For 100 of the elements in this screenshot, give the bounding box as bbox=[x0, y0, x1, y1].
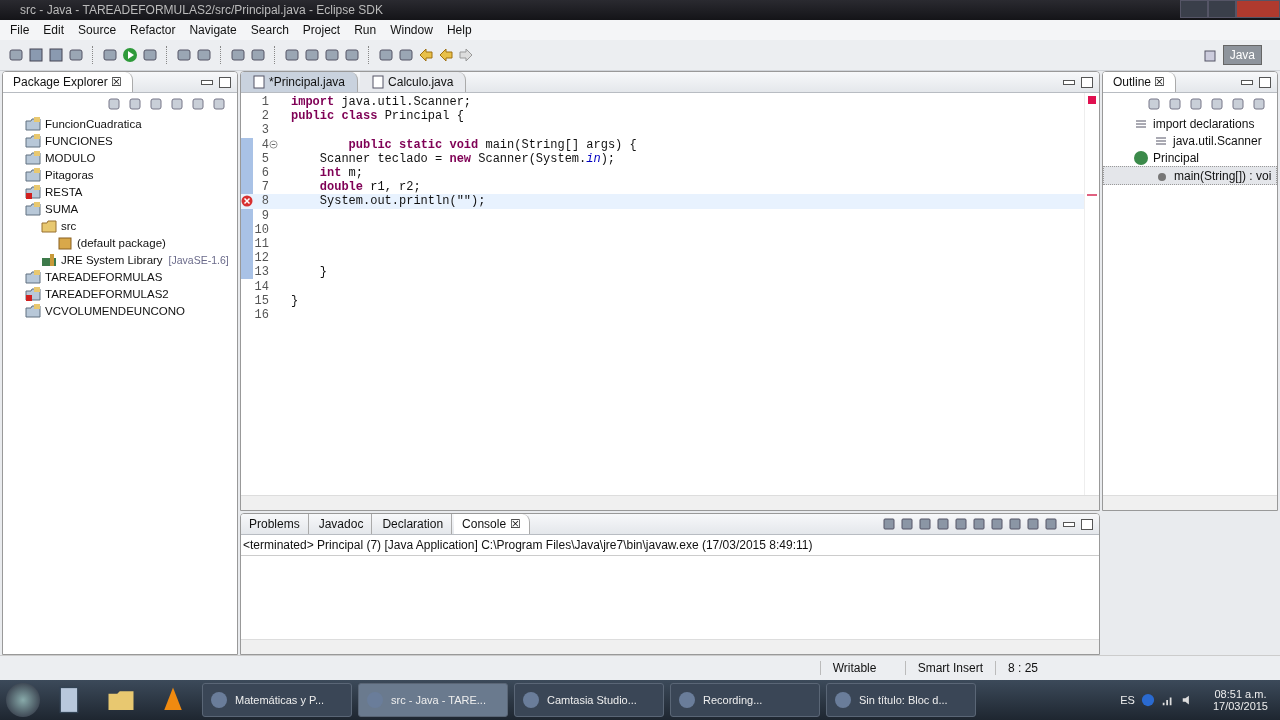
tool-icon[interactable] bbox=[344, 47, 360, 63]
tool-icon[interactable] bbox=[284, 47, 300, 63]
menu-item[interactable]: Refactor bbox=[124, 23, 182, 37]
tool-icon[interactable] bbox=[127, 96, 143, 112]
tool-icon[interactable] bbox=[211, 96, 227, 112]
tool-icon[interactable] bbox=[971, 516, 987, 532]
outline-item[interactable]: import declarations bbox=[1103, 115, 1277, 132]
tool-icon[interactable] bbox=[148, 96, 164, 112]
tree-item[interactable]: Pitagoras bbox=[3, 166, 237, 183]
language-indicator[interactable]: ES bbox=[1120, 694, 1135, 706]
outline-item[interactable]: main(String[]) : voi bbox=[1103, 166, 1277, 185]
help-icon[interactable] bbox=[1140, 693, 1155, 707]
menu-item[interactable]: Help bbox=[440, 23, 478, 37]
editor-tab[interactable]: Calculo.java bbox=[360, 72, 467, 92]
tool-icon[interactable] bbox=[142, 47, 158, 63]
menu-item[interactable]: Project bbox=[296, 23, 347, 37]
taskbar-button[interactable]: Camtasia Studio... bbox=[514, 683, 664, 717]
view-tab[interactable]: Package Explorer ☒ bbox=[3, 72, 134, 92]
maximize-icon[interactable] bbox=[219, 76, 231, 88]
view-tab[interactable]: Console ☒ bbox=[454, 514, 531, 534]
minimize-icon[interactable] bbox=[201, 79, 213, 85]
outline-item[interactable]: Principal bbox=[1103, 149, 1277, 166]
tool-icon[interactable] bbox=[378, 47, 394, 63]
tool-icon[interactable] bbox=[196, 47, 212, 63]
minimize-icon[interactable] bbox=[1063, 521, 1075, 527]
tool-icon[interactable] bbox=[1025, 516, 1041, 532]
tool-icon[interactable] bbox=[899, 516, 915, 532]
tool-icon[interactable] bbox=[1251, 96, 1267, 112]
tool-icon[interactable] bbox=[176, 47, 192, 63]
close-tab-icon[interactable]: ☒ bbox=[111, 75, 123, 89]
minimize-icon[interactable] bbox=[1063, 79, 1075, 85]
tool-icon[interactable] bbox=[1146, 96, 1162, 112]
tool-icon[interactable] bbox=[989, 516, 1005, 532]
tool-icon[interactable] bbox=[917, 516, 933, 532]
right-arrow-icon[interactable] bbox=[458, 47, 474, 63]
horizontal-scrollbar[interactable] bbox=[241, 495, 1099, 510]
tool-icon[interactable] bbox=[324, 47, 340, 63]
tree-item[interactable]: src bbox=[3, 217, 237, 234]
taskbar-button[interactable]: Recording... bbox=[670, 683, 820, 717]
minimize-icon[interactable] bbox=[1241, 79, 1253, 85]
view-tab[interactable]: Problems bbox=[241, 514, 309, 534]
tree-item[interactable]: JRE System Library [JavaSE-1.6] bbox=[3, 251, 237, 268]
maximize-icon[interactable] bbox=[1081, 76, 1093, 88]
tree-item[interactable]: SUMA bbox=[3, 200, 237, 217]
menu-item[interactable]: Run bbox=[348, 23, 383, 37]
tool-icon[interactable] bbox=[190, 96, 206, 112]
tool-icon[interactable] bbox=[398, 47, 414, 63]
tree-item[interactable]: MODULO bbox=[3, 149, 237, 166]
tool-icon[interactable] bbox=[8, 47, 24, 63]
horizontal-scrollbar[interactable] bbox=[241, 639, 1099, 654]
tool-icon[interactable] bbox=[935, 516, 951, 532]
tool-icon[interactable] bbox=[1188, 96, 1204, 112]
menu-item[interactable]: Window bbox=[384, 23, 439, 37]
left-arrow-icon[interactable] bbox=[418, 47, 434, 63]
menu-item[interactable]: Search bbox=[244, 23, 295, 37]
maximize-icon[interactable] bbox=[1259, 76, 1271, 88]
tree-item[interactable]: VCVOLUMENDEUNCONO bbox=[3, 302, 237, 319]
menu-item[interactable]: Navigate bbox=[183, 23, 243, 37]
tool-icon[interactable] bbox=[304, 47, 320, 63]
clock-date[interactable]: 17/03/2015 bbox=[1212, 700, 1268, 712]
tool-icon[interactable] bbox=[230, 47, 246, 63]
tool-icon[interactable] bbox=[1167, 96, 1183, 112]
taskbar-button[interactable]: Matemáticas y P... bbox=[202, 683, 352, 717]
clock-time[interactable]: 08:51 a.m. bbox=[1214, 688, 1267, 700]
tool-icon[interactable] bbox=[1043, 516, 1059, 532]
view-tab[interactable]: Javadoc bbox=[310, 514, 373, 534]
tree-item[interactable]: RESTA bbox=[3, 183, 237, 200]
tree-item[interactable]: TAREADEFORMULAS bbox=[3, 268, 237, 285]
fold-icon[interactable] bbox=[269, 140, 278, 150]
open-perspective-icon[interactable] bbox=[1202, 47, 1219, 63]
run-icon[interactable] bbox=[122, 47, 138, 63]
tool-icon[interactable] bbox=[68, 47, 84, 63]
left-arrow-icon[interactable] bbox=[438, 47, 454, 63]
tool-icon[interactable] bbox=[169, 96, 185, 112]
tool-icon[interactable] bbox=[1230, 96, 1246, 112]
start-button[interactable] bbox=[6, 683, 40, 717]
outline-item[interactable]: java.util.Scanner bbox=[1103, 132, 1277, 149]
tool-icon[interactable] bbox=[953, 516, 969, 532]
menu-item[interactable]: Source bbox=[72, 23, 123, 37]
tool-icon[interactable] bbox=[1007, 516, 1023, 532]
tree-item[interactable]: FuncionCuadratica bbox=[3, 115, 237, 132]
taskbar-button[interactable]: Sin título: Bloc d... bbox=[826, 683, 976, 717]
tool-icon[interactable] bbox=[106, 96, 122, 112]
tool-icon[interactable] bbox=[102, 47, 118, 63]
maximize-icon[interactable] bbox=[1081, 518, 1093, 530]
close-tab-icon[interactable]: ☒ bbox=[1154, 75, 1166, 89]
horizontal-scrollbar[interactable] bbox=[1103, 495, 1277, 510]
tree-item[interactable]: TAREADEFORMULAS2 bbox=[3, 285, 237, 302]
taskbar-button[interactable]: src - Java - TARE... bbox=[358, 683, 508, 717]
tool-icon[interactable] bbox=[881, 516, 897, 532]
view-tab[interactable]: Outline ☒ bbox=[1103, 72, 1177, 92]
editor-tab[interactable]: *Principal.java bbox=[241, 72, 359, 92]
save-icon[interactable] bbox=[28, 47, 44, 63]
save-icon[interactable] bbox=[48, 47, 64, 63]
tree-item[interactable]: (default package) bbox=[3, 234, 237, 251]
menu-item[interactable]: Edit bbox=[37, 23, 71, 37]
tree-item[interactable]: FUNCIONES bbox=[3, 132, 237, 149]
view-tab[interactable]: Declaration bbox=[374, 514, 453, 534]
tool-icon[interactable] bbox=[1209, 96, 1225, 112]
tool-icon[interactable] bbox=[250, 47, 266, 63]
